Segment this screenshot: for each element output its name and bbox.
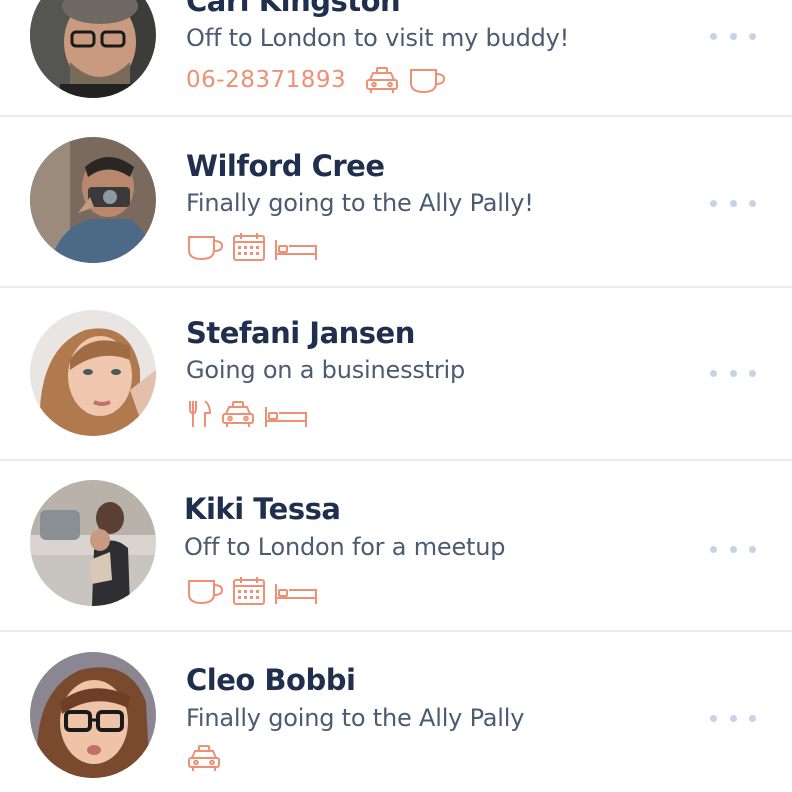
coffee-cup-icon	[186, 232, 224, 262]
contact-meta	[186, 231, 326, 263]
bed-icon	[274, 232, 318, 262]
taxi-icon	[186, 743, 222, 773]
contact-name: Stefani Jansen	[186, 316, 415, 350]
bed-icon	[274, 576, 318, 606]
avatar	[30, 652, 156, 778]
contact-list: Carl Kingston Off to London to visit my …	[0, 0, 792, 792]
contact-status: Off to London for a meetup	[184, 533, 506, 561]
more-options-button[interactable]	[708, 539, 758, 559]
fork-knife-icon	[186, 399, 212, 429]
contact-meta	[186, 398, 316, 430]
list-item[interactable]: Cleo Bobbi Finally going to the Ally Pal…	[0, 632, 792, 792]
contact-status: Finally going to the Ally Pally!	[186, 189, 534, 217]
contact-name: Carl Kingston	[186, 0, 401, 18]
list-item[interactable]: Stefani Jansen Going on a businesstrip	[0, 288, 792, 461]
more-options-button[interactable]	[708, 26, 758, 46]
contact-status: Going on a businesstrip	[186, 356, 466, 384]
taxi-icon	[364, 65, 400, 95]
calendar-icon	[232, 576, 266, 606]
avatar	[30, 137, 156, 263]
taxi-icon	[220, 399, 256, 429]
contact-status: Off to London to visit my buddy!	[186, 24, 570, 52]
contact-meta	[186, 742, 230, 774]
list-item[interactable]: Wilford Cree Finally going to the Ally P…	[0, 117, 792, 288]
coffee-cup-icon	[186, 576, 224, 606]
calendar-icon	[232, 232, 266, 262]
avatar	[30, 310, 156, 436]
bed-icon	[264, 399, 308, 429]
phone-number[interactable]: 06-28371893	[186, 67, 346, 93]
contact-meta: 06-28371893	[186, 64, 454, 96]
contact-name: Kiki Tessa	[184, 492, 341, 526]
contact-meta	[186, 575, 326, 607]
more-options-button[interactable]	[708, 708, 758, 728]
avatar	[30, 0, 156, 98]
list-item[interactable]: Carl Kingston Off to London to visit my …	[0, 0, 792, 117]
more-options-button[interactable]	[708, 193, 758, 213]
list-item[interactable]: Kiki Tessa Off to London for a meetup	[0, 461, 792, 632]
coffee-cup-icon	[408, 65, 446, 95]
contact-status: Finally going to the Ally Pally	[186, 704, 525, 732]
contact-name: Wilford Cree	[186, 149, 385, 183]
contact-name: Cleo Bobbi	[186, 663, 356, 697]
more-options-button[interactable]	[708, 363, 758, 383]
avatar	[30, 480, 156, 606]
